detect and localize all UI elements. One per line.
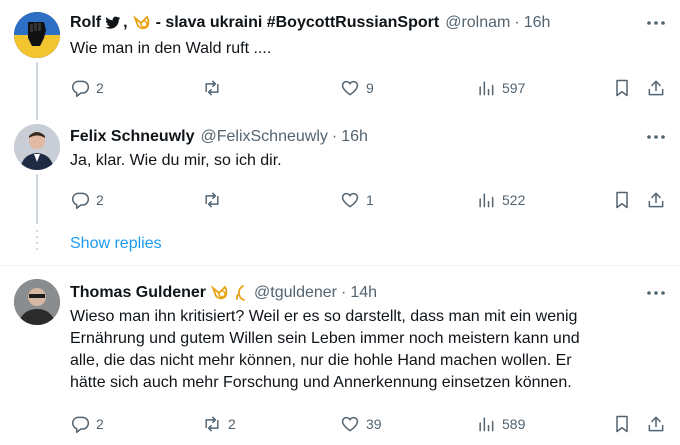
tweet-rolf[interactable]: Rolf , - slava ukraini #BoycottRussianSp… xyxy=(0,0,680,120)
timestamp[interactable]: 16h xyxy=(341,128,368,146)
show-replies-link[interactable]: Show replies xyxy=(70,235,162,253)
separator-dot: · xyxy=(341,284,347,301)
like-button[interactable]: 39 xyxy=(340,412,382,436)
like-button[interactable]: 1 xyxy=(340,188,374,212)
more-icon[interactable] xyxy=(646,283,666,303)
thread-line xyxy=(36,174,38,224)
retweet-button[interactable]: 2 xyxy=(202,412,236,436)
tweet-felix[interactable]: Felix Schneuwly @FelixSchneuwly · 16h Ja… xyxy=(0,112,680,224)
display-name[interactable]: Felix Schneuwly xyxy=(70,128,194,146)
horn-icon xyxy=(132,14,152,32)
display-name[interactable]: Rolf xyxy=(70,14,101,32)
tweet-thomas[interactable]: Thomas Guldener @tguldener · 14h Wieso m… xyxy=(0,266,680,445)
retweet-icon xyxy=(205,192,219,208)
more-icon[interactable] xyxy=(646,127,666,147)
reply-button[interactable]: 2 xyxy=(70,412,104,436)
views-count: 589 xyxy=(502,416,526,432)
share-icon[interactable] xyxy=(646,412,666,436)
views-button[interactable]: 589 xyxy=(476,412,525,436)
reply-count: 2 xyxy=(96,416,104,432)
tweet-header: Rolf , - slava ukraini #BoycottRussianSp… xyxy=(70,12,550,34)
tweet-text: Wieso man ihn kritisiert? Weil er es so … xyxy=(70,306,580,394)
views-button[interactable]: 522 xyxy=(476,188,525,212)
tweet-text-line: hätte sich auch mehr Forschung und Anner… xyxy=(70,374,572,391)
display-name-tail: - slava ukraini #BoycottRussianSport xyxy=(155,14,440,31)
timestamp[interactable]: 14h xyxy=(350,284,377,302)
horn-icon xyxy=(210,284,230,302)
display-name-comma: , xyxy=(123,14,128,31)
more-icon[interactable] xyxy=(646,13,666,33)
views-count: 597 xyxy=(502,80,526,96)
like-icon xyxy=(341,416,359,432)
tweet-text-line: Wieso man ihn kritisiert? Weil er es so … xyxy=(70,308,578,325)
separator-dot: · xyxy=(514,14,520,31)
reply-icon xyxy=(72,416,90,434)
retweet-icon xyxy=(205,416,219,432)
avatar-felix[interactable] xyxy=(14,124,60,170)
views-icon xyxy=(479,417,494,432)
reply-icon xyxy=(72,80,90,98)
retweet-icon xyxy=(205,80,219,96)
views-button[interactable]: 597 xyxy=(476,76,525,100)
action-bar: 2 2 39 589 xyxy=(62,412,672,436)
timestamp[interactable]: 16h xyxy=(524,14,551,32)
reply-count: 2 xyxy=(96,80,104,96)
bookmark-icon[interactable] xyxy=(612,76,632,100)
like-count: 39 xyxy=(366,416,382,432)
separator-dot: · xyxy=(331,128,338,145)
tweet-header: Thomas Guldener @tguldener · 14h xyxy=(70,282,377,304)
avatar-rolf[interactable] xyxy=(14,12,60,58)
reply-icon xyxy=(72,192,90,210)
tweet-text-line: alle, die das nicht mehr können, nur die… xyxy=(70,352,572,369)
like-button[interactable]: 9 xyxy=(340,76,374,100)
display-name[interactable]: Thomas Guldener xyxy=(70,284,206,302)
bookmark-icon[interactable] xyxy=(612,412,632,436)
tweet-header: Felix Schneuwly @FelixSchneuwly · 16h xyxy=(70,126,368,148)
avatar-thomas[interactable] xyxy=(14,279,60,325)
retweet-button[interactable] xyxy=(202,188,228,212)
tweet-text: Ja, klar. Wie du mir, so ich dir. xyxy=(70,152,282,169)
retweet-button[interactable] xyxy=(202,76,228,100)
handle[interactable]: @FelixSchneuwly xyxy=(200,128,327,146)
action-bar: 2 9 597 xyxy=(62,76,672,100)
thread-dots xyxy=(36,230,38,254)
like-count: 9 xyxy=(366,80,374,96)
share-icon[interactable] xyxy=(646,188,666,212)
retweet-count: 2 xyxy=(228,416,236,432)
like-count: 1 xyxy=(366,192,374,208)
reply-count: 2 xyxy=(96,192,104,208)
tweet-text-line: Ernährung und gutem Willen sein Leben im… xyxy=(70,330,580,347)
views-icon xyxy=(479,81,494,96)
share-icon[interactable] xyxy=(646,76,666,100)
views-count: 522 xyxy=(502,192,526,208)
tweet-text: Wie man in den Wald ruft .... xyxy=(70,40,272,57)
reply-button[interactable]: 2 xyxy=(70,76,104,100)
like-icon xyxy=(341,80,359,96)
handle[interactable]: @tguldener xyxy=(254,284,337,302)
twitter-bird-icon xyxy=(105,16,121,30)
bookmark-icon[interactable] xyxy=(612,188,632,212)
horn-icon xyxy=(234,284,248,302)
reply-button[interactable]: 2 xyxy=(70,188,104,212)
like-icon xyxy=(341,192,359,208)
handle[interactable]: @rolnam xyxy=(445,14,510,32)
views-icon xyxy=(479,193,494,208)
action-bar: 2 1 522 xyxy=(62,188,672,212)
